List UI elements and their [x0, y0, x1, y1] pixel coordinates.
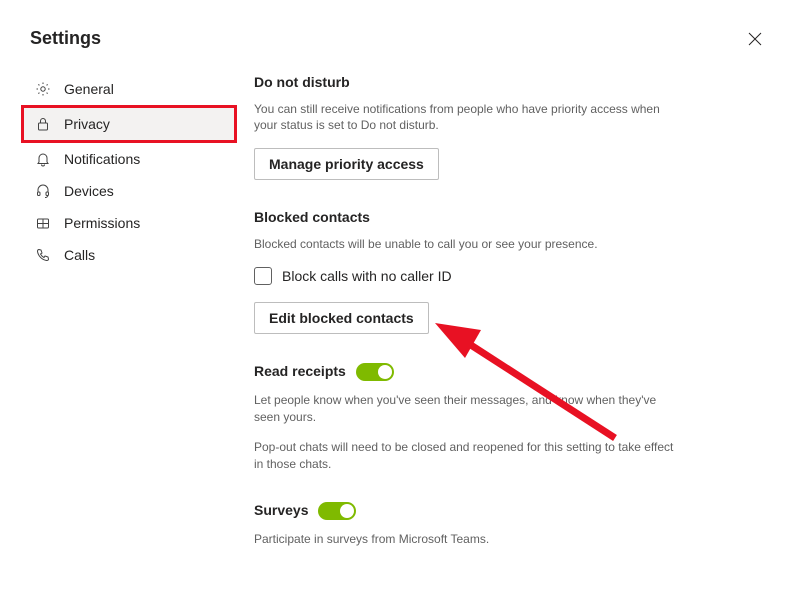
- read-receipts-toggle[interactable]: [356, 363, 394, 381]
- dnd-description: You can still receive notifications from…: [254, 101, 683, 135]
- blocked-contacts-heading: Blocked contacts: [254, 208, 683, 228]
- sidebar-item-label: General: [64, 81, 114, 97]
- sidebar-item-calls[interactable]: Calls: [24, 239, 234, 271]
- sidebar-item-label: Notifications: [64, 151, 140, 167]
- manage-priority-access-button[interactable]: Manage priority access: [254, 148, 439, 180]
- sidebar-item-general[interactable]: General: [24, 73, 234, 105]
- phone-icon: [34, 247, 52, 263]
- gear-icon: [34, 81, 52, 97]
- sidebar-item-privacy[interactable]: Privacy: [24, 108, 234, 140]
- edit-blocked-contacts-button[interactable]: Edit blocked contacts: [254, 302, 429, 334]
- dnd-heading: Do not disturb: [254, 73, 683, 93]
- sidebar-item-label: Permissions: [64, 215, 140, 231]
- sidebar-item-label: Privacy: [64, 116, 110, 132]
- sidebar: General Privacy Notifications Devices: [24, 67, 234, 561]
- close-button[interactable]: [747, 31, 763, 47]
- surveys-heading: Surveys: [254, 501, 308, 521]
- block-no-caller-id-label: Block calls with no caller ID: [282, 267, 452, 287]
- close-icon: [748, 32, 762, 46]
- annotation-highlight-privacy: Privacy: [21, 105, 237, 143]
- read-receipts-description-1: Let people know when you've seen their m…: [254, 392, 683, 426]
- package-icon: [34, 215, 52, 231]
- bell-icon: [34, 151, 52, 167]
- surveys-toggle[interactable]: [318, 502, 356, 520]
- read-receipts-description-2: Pop-out chats will need to be closed and…: [254, 439, 683, 473]
- headset-icon: [34, 183, 52, 199]
- lock-icon: [34, 116, 52, 132]
- sidebar-item-permissions[interactable]: Permissions: [24, 207, 234, 239]
- sidebar-item-notifications[interactable]: Notifications: [24, 143, 234, 175]
- blocked-contacts-description: Blocked contacts will be unable to call …: [254, 236, 683, 253]
- block-no-caller-id-checkbox[interactable]: [254, 267, 272, 285]
- main-content: Do not disturb You can still receive not…: [234, 67, 773, 561]
- sidebar-item-label: Devices: [64, 183, 114, 199]
- surveys-description: Participate in surveys from Microsoft Te…: [254, 531, 683, 548]
- sidebar-item-devices[interactable]: Devices: [24, 175, 234, 207]
- page-title: Settings: [30, 28, 101, 49]
- sidebar-item-label: Calls: [64, 247, 95, 263]
- read-receipts-heading: Read receipts: [254, 362, 346, 382]
